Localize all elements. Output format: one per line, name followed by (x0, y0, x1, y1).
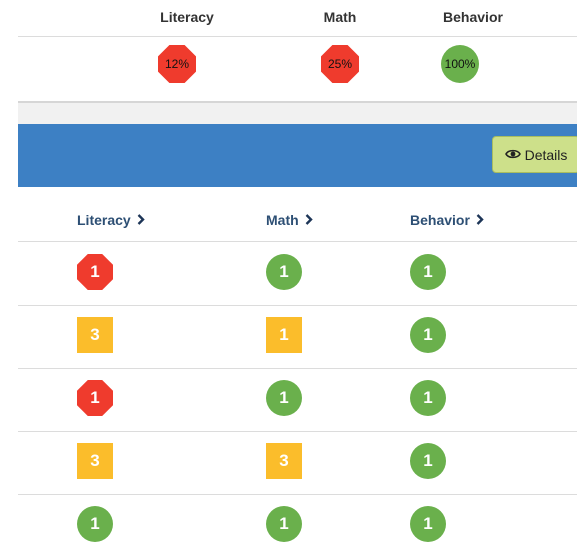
chevron-right-icon (305, 212, 313, 228)
behavior-score-badge: 1 (410, 443, 446, 479)
details-label: Details (524, 146, 568, 163)
math-score-badge: 3 (266, 443, 302, 479)
summary-header-literacy: Literacy (160, 9, 214, 25)
row-divider (18, 368, 577, 369)
column-header-math[interactable]: Math (266, 212, 313, 228)
behavior-score-badge: 1 (410, 254, 446, 290)
literacy-score-badge: 3 (77, 443, 113, 479)
math-score-badge: 1 (266, 380, 302, 416)
literacy-score-badge: 3 (77, 317, 113, 353)
column-header-literacy[interactable]: Literacy (77, 212, 145, 228)
summary-header-math: Math (323, 9, 357, 25)
eye-icon (504, 147, 521, 163)
details-button[interactable]: Details (492, 136, 577, 173)
chevron-right-icon (476, 212, 484, 228)
math-summary-badge: 25% (321, 45, 359, 83)
math-score-badge: 1 (266, 506, 302, 542)
divider (18, 241, 577, 242)
summary-header-behavior: Behavior (443, 9, 503, 25)
divider (18, 36, 577, 37)
literacy-score-badge: 1 (77, 254, 113, 290)
math-score-badge: 1 (266, 254, 302, 290)
toolbar-bar: Details (18, 124, 577, 187)
section-gap (18, 101, 577, 125)
row-divider (18, 494, 577, 495)
literacy-score-badge: 1 (77, 380, 113, 416)
chevron-right-icon (137, 212, 145, 228)
row-divider (18, 305, 577, 306)
row-divider (18, 431, 577, 432)
behavior-summary-badge: 100% (441, 45, 479, 83)
behavior-score-badge: 1 (410, 380, 446, 416)
behavior-score-badge: 1 (410, 506, 446, 542)
behavior-score-badge: 1 (410, 317, 446, 353)
literacy-score-badge: 1 (77, 506, 113, 542)
math-score-badge: 1 (266, 317, 302, 353)
column-header-behavior[interactable]: Behavior (410, 212, 484, 228)
